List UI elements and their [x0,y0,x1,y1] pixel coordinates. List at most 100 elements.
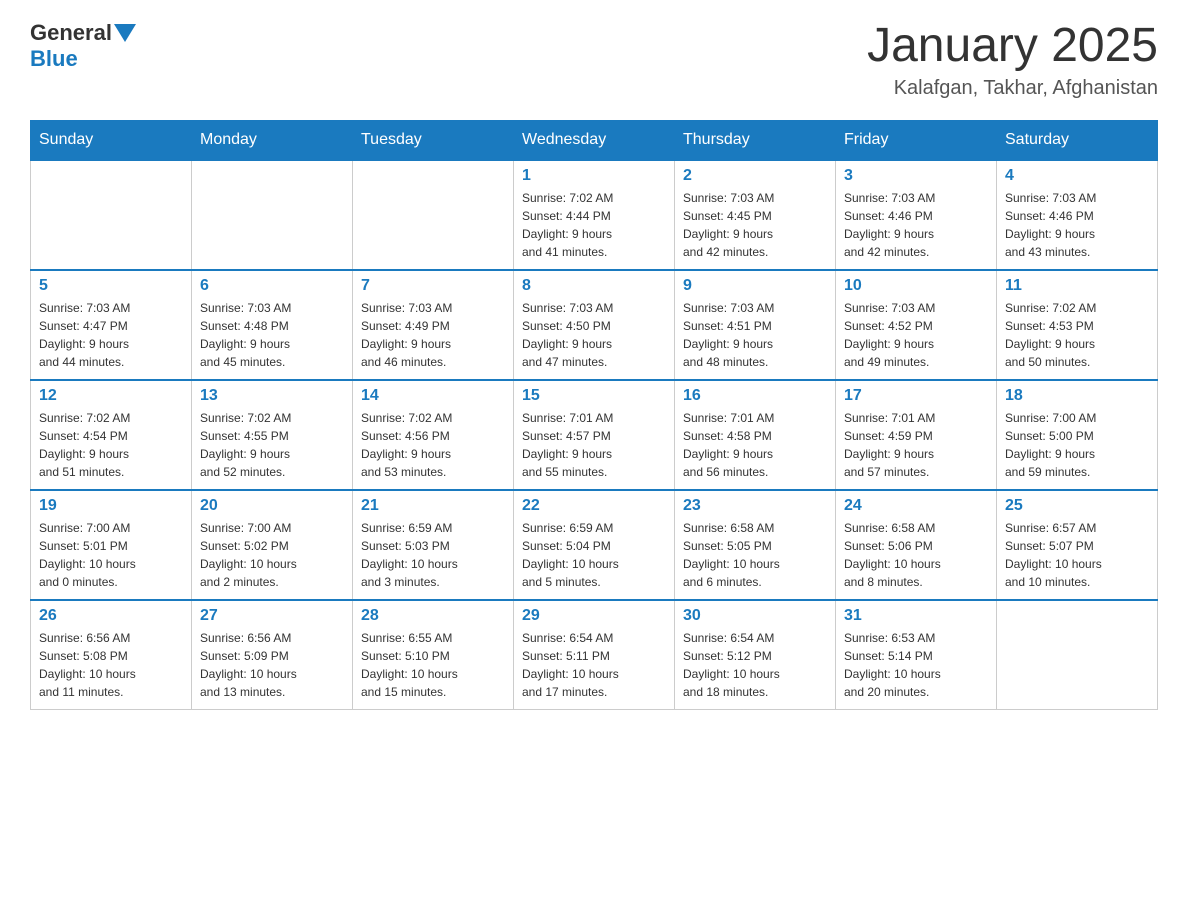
day-info: Sunrise: 7:01 AM Sunset: 4:59 PM Dayligh… [844,409,988,481]
day-cell: 12Sunrise: 7:02 AM Sunset: 4:54 PM Dayli… [31,380,192,490]
day-info: Sunrise: 7:03 AM Sunset: 4:47 PM Dayligh… [39,299,183,371]
day-info: Sunrise: 7:03 AM Sunset: 4:46 PM Dayligh… [844,189,988,261]
day-cell: 28 Sunrise: 6:55 AM Sunset: 5:10 PM Dayli… [353,600,514,710]
header-monday: Monday [192,120,353,160]
day-info: Sunrise: 7:02 AM Sunset: 4:56 PM Dayligh… [361,409,505,481]
day-cell: 11 Sunrise: 7:02 AM Sunset: 4:53 PM Dayli… [997,270,1158,380]
day-cell: 30 Sunrise: 6:54 AM Sunset: 5:12 PM Dayli… [675,600,836,710]
day-cell: 10 Sunrise: 7:03 AM Sunset: 4:52 PM Dayli… [836,270,997,380]
day-number: 8 [522,277,666,295]
day-cell: 25 Sunrise: 6:57 AM Sunset: 5:07 PM Dayli… [997,490,1158,600]
day-info: Sunrise: 6:56 AM Sunset: 5:09 PM Dayligh… [200,629,344,701]
day-number: 9 [683,277,827,295]
day-cell [997,600,1158,710]
day-info: Sunrise: 7:03 AM Sunset: 4:50 PM Dayligh… [522,299,666,371]
day-info: Sunrise: 6:54 AM Sunset: 5:12 PM Dayligh… [683,629,827,701]
day-info: Sunrise: 6:59 AM Sunset: 5:03 PM Dayligh… [361,519,505,591]
calendar-title: January 2025 [867,20,1158,73]
day-cell: 6Sunrise: 7:03 AM Sunset: 4:48 PM Daylig… [192,270,353,380]
day-number: 7 [361,277,505,295]
day-number: 22 [522,497,666,515]
day-number: 13 [200,387,344,405]
day-cell: 5 Sunrise: 7:03 AM Sunset: 4:47 PM Daylig… [31,270,192,380]
day-cell: 1 Sunrise: 7:02 AM Sunset: 4:44 PM Daylig… [514,160,675,270]
day-info: Sunrise: 7:02 AM Sunset: 4:53 PM Dayligh… [1005,299,1149,371]
day-cell: 24 Sunrise: 6:58 AM Sunset: 5:06 PM Dayli… [836,490,997,600]
day-number: 29 [522,607,666,625]
day-cell: 15Sunrise: 7:01 AM Sunset: 4:57 PM Dayli… [514,380,675,490]
day-cell [31,160,192,270]
week-row-5: 26 Sunrise: 6:56 AM Sunset: 5:08 PM Dayli… [31,600,1158,710]
day-number: 20 [200,497,344,515]
day-number: 2 [683,167,827,185]
header-wednesday: Wednesday [514,120,675,160]
day-info: Sunrise: 6:58 AM Sunset: 5:05 PM Dayligh… [683,519,827,591]
week-row-1: 1 Sunrise: 7:02 AM Sunset: 4:44 PM Daylig… [31,160,1158,270]
day-info: Sunrise: 7:03 AM Sunset: 4:51 PM Dayligh… [683,299,827,371]
calendar-subtitle: Kalafgan, Takhar, Afghanistan [867,77,1158,100]
day-info: Sunrise: 7:01 AM Sunset: 4:57 PM Dayligh… [522,409,666,481]
header-saturday: Saturday [997,120,1158,160]
day-number: 5 [39,277,183,295]
day-number: 16 [683,387,827,405]
day-info: Sunrise: 7:02 AM Sunset: 4:55 PM Dayligh… [200,409,344,481]
day-cell: 19 Sunrise: 7:00 AM Sunset: 5:01 PM Dayli… [31,490,192,600]
day-number: 14 [361,387,505,405]
day-info: Sunrise: 7:00 AM Sunset: 5:00 PM Dayligh… [1005,409,1149,481]
day-cell: 23Sunrise: 6:58 AM Sunset: 5:05 PM Dayli… [675,490,836,600]
day-number: 19 [39,497,183,515]
day-cell: 9 Sunrise: 7:03 AM Sunset: 4:51 PM Daylig… [675,270,836,380]
page-header: General Blue January 2025 Kalafgan, Takh… [30,20,1158,100]
day-cell: 2Sunrise: 7:03 AM Sunset: 4:45 PM Daylig… [675,160,836,270]
day-info: Sunrise: 7:03 AM Sunset: 4:46 PM Dayligh… [1005,189,1149,261]
logo-blue-text: Blue [30,46,78,71]
day-cell: 7 Sunrise: 7:03 AM Sunset: 4:49 PM Daylig… [353,270,514,380]
day-info: Sunrise: 6:58 AM Sunset: 5:06 PM Dayligh… [844,519,988,591]
day-number: 10 [844,277,988,295]
day-cell: 27 Sunrise: 6:56 AM Sunset: 5:09 PM Dayli… [192,600,353,710]
day-info: Sunrise: 6:57 AM Sunset: 5:07 PM Dayligh… [1005,519,1149,591]
day-number: 30 [683,607,827,625]
day-cell [353,160,514,270]
day-cell: 20Sunrise: 7:00 AM Sunset: 5:02 PM Dayli… [192,490,353,600]
day-number: 24 [844,497,988,515]
day-cell: 18Sunrise: 7:00 AM Sunset: 5:00 PM Dayli… [997,380,1158,490]
day-info: Sunrise: 6:56 AM Sunset: 5:08 PM Dayligh… [39,629,183,701]
day-info: Sunrise: 7:02 AM Sunset: 4:44 PM Dayligh… [522,189,666,261]
header-sunday: Sunday [31,120,192,160]
day-number: 25 [1005,497,1149,515]
day-info: Sunrise: 7:03 AM Sunset: 4:48 PM Dayligh… [200,299,344,371]
day-cell [192,160,353,270]
day-number: 26 [39,607,183,625]
day-number: 17 [844,387,988,405]
header-friday: Friday [836,120,997,160]
day-info: Sunrise: 6:55 AM Sunset: 5:10 PM Dayligh… [361,629,505,701]
day-info: Sunrise: 6:54 AM Sunset: 5:11 PM Dayligh… [522,629,666,701]
header-tuesday: Tuesday [353,120,514,160]
day-number: 1 [522,167,666,185]
day-cell: 21Sunrise: 6:59 AM Sunset: 5:03 PM Dayli… [353,490,514,600]
day-number: 11 [1005,277,1149,295]
day-cell: 14 Sunrise: 7:02 AM Sunset: 4:56 PM Dayli… [353,380,514,490]
logo-triangle-icon [114,24,136,42]
day-info: Sunrise: 7:03 AM Sunset: 4:49 PM Dayligh… [361,299,505,371]
day-cell: 31Sunrise: 6:53 AM Sunset: 5:14 PM Dayli… [836,600,997,710]
day-info: Sunrise: 6:53 AM Sunset: 5:14 PM Dayligh… [844,629,988,701]
day-cell: 3Sunrise: 7:03 AM Sunset: 4:46 PM Daylig… [836,160,997,270]
day-cell: 22 Sunrise: 6:59 AM Sunset: 5:04 PM Dayli… [514,490,675,600]
day-info: Sunrise: 7:00 AM Sunset: 5:01 PM Dayligh… [39,519,183,591]
week-row-3: 12Sunrise: 7:02 AM Sunset: 4:54 PM Dayli… [31,380,1158,490]
day-number: 27 [200,607,344,625]
day-info: Sunrise: 7:03 AM Sunset: 4:52 PM Dayligh… [844,299,988,371]
day-cell: 17 Sunrise: 7:01 AM Sunset: 4:59 PM Dayli… [836,380,997,490]
day-number: 4 [1005,167,1149,185]
week-row-2: 5 Sunrise: 7:03 AM Sunset: 4:47 PM Daylig… [31,270,1158,380]
day-number: 28 [361,607,505,625]
week-row-4: 19 Sunrise: 7:00 AM Sunset: 5:01 PM Dayli… [31,490,1158,600]
day-cell: 4 Sunrise: 7:03 AM Sunset: 4:46 PM Daylig… [997,160,1158,270]
day-info: Sunrise: 6:59 AM Sunset: 5:04 PM Dayligh… [522,519,666,591]
day-cell: 16 Sunrise: 7:01 AM Sunset: 4:58 PM Dayli… [675,380,836,490]
title-block: January 2025 Kalafgan, Takhar, Afghanist… [867,20,1158,100]
day-cell: 13 Sunrise: 7:02 AM Sunset: 4:55 PM Dayli… [192,380,353,490]
day-info: Sunrise: 7:01 AM Sunset: 4:58 PM Dayligh… [683,409,827,481]
